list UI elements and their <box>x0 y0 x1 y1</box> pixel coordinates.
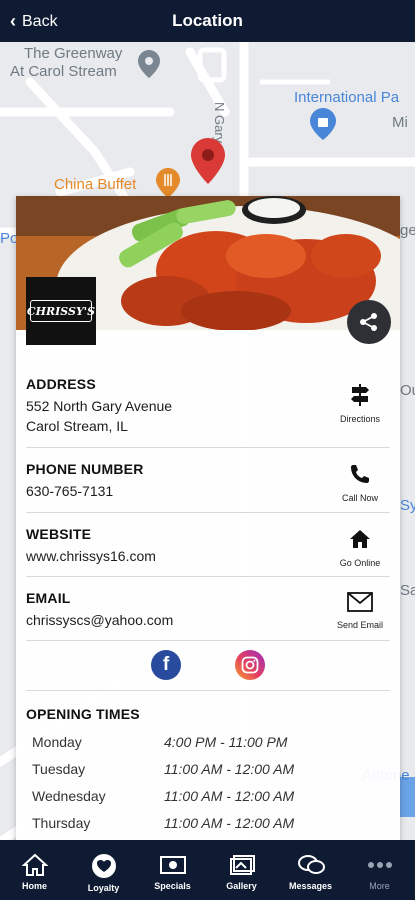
instagram-glyph <box>241 656 259 674</box>
back-label: Back <box>22 12 58 30</box>
call-now-button[interactable]: Call Now <box>330 463 390 503</box>
facebook-glyph: f <box>162 654 170 675</box>
nav-specials-label: Specials <box>154 881 191 891</box>
hours-time: 4:00 PM - 11:00 PM <box>164 734 288 750</box>
hours-row: Monday 4:00 PM - 11:00 PM <box>26 734 390 761</box>
map-label-international: International Pa <box>294 89 400 106</box>
home-icon <box>350 530 370 548</box>
gallery-icon <box>229 855 255 875</box>
hours-day: Wednesday <box>32 788 106 804</box>
phone-section: PHONE NUMBER 630-765-7131 Call Now <box>26 461 390 503</box>
hours-time: 11:00 AM - 12:00 AM <box>164 761 295 777</box>
money-icon <box>159 856 186 874</box>
nav-gallery[interactable]: Gallery <box>207 840 276 900</box>
back-button[interactable]: ‹ Back <box>10 11 58 32</box>
mail-icon <box>347 592 373 612</box>
directions-button[interactable]: Directions <box>330 384 390 424</box>
nav-more[interactable]: More <box>345 840 414 900</box>
nav-messages-label: Messages <box>288 881 333 891</box>
logo-text: CHRISSY'S <box>27 300 95 322</box>
send-email-label: Send Email <box>336 620 384 630</box>
divider <box>26 576 390 577</box>
map-label-international-2: Mi <box>392 114 408 131</box>
location-card: CHRISSY'S ADDRESS 552 North Gary Avenue … <box>16 196 400 846</box>
instagram-icon[interactable] <box>235 650 265 680</box>
directions-label: Directions <box>339 414 380 424</box>
divider <box>26 447 390 448</box>
website-section: WEBSITE www.chrissys16.com Go Online <box>26 526 390 568</box>
address-section: ADDRESS 552 North Gary Avenue Carol Stre… <box>26 376 390 434</box>
hours-row: Tuesday 11:00 AM - 12:00 AM <box>26 761 390 788</box>
chat-icon <box>297 855 325 874</box>
bottom-nav: Home Loyalty Specials Gallery Messages M… <box>0 840 415 900</box>
more-icon <box>367 862 392 868</box>
facebook-icon[interactable]: f <box>151 650 181 680</box>
top-bar: ‹ Back Location <box>0 0 415 42</box>
nav-home[interactable]: Home <box>0 840 69 900</box>
hours-row: Thursday 11:00 AM - 12:00 AM <box>26 815 390 842</box>
directions-icon <box>351 384 369 406</box>
nav-gallery-label: Gallery <box>226 881 257 891</box>
map-label-ou: Ou <box>400 382 415 399</box>
opening-times-heading: OPENING TIMES <box>26 706 140 722</box>
email-section: EMAIL chrissyscs@yahoo.com Send Email <box>26 590 390 630</box>
share-icon <box>360 313 377 331</box>
restaurant-logo: CHRISSY'S <box>26 277 96 345</box>
chevron-left-icon: ‹ <box>10 11 16 31</box>
nav-loyalty[interactable]: Loyalty <box>69 840 138 900</box>
map-label-ge: ge <box>400 222 415 239</box>
go-online-button[interactable]: Go Online <box>330 528 390 568</box>
map-label-greenway: The Greenway <box>24 45 123 62</box>
hours-row: Wednesday 11:00 AM - 12:00 AM <box>26 788 390 815</box>
divider <box>26 640 390 641</box>
page-title: Location <box>172 11 243 30</box>
share-button[interactable] <box>347 300 391 344</box>
map-label-sa: Sa <box>400 582 415 599</box>
nav-more-label: More <box>369 881 390 891</box>
hours-day: Tuesday <box>32 761 86 777</box>
call-now-label: Call Now <box>341 493 378 503</box>
hours-day: Monday <box>32 734 82 750</box>
hours-day: Thursday <box>32 815 91 831</box>
nav-home-label: Home <box>21 881 47 891</box>
map-label-sys: Sys <box>400 497 415 514</box>
map-label-greenway-2: At Carol Stream <box>10 63 117 80</box>
nav-loyalty-label: Loyalty <box>87 883 120 893</box>
go-online-label: Go Online <box>339 558 381 568</box>
hours-time: 11:00 AM - 12:00 AM <box>164 815 295 831</box>
divider <box>26 512 390 513</box>
send-email-button[interactable]: Send Email <box>330 592 390 630</box>
opening-times-list: Monday 4:00 PM - 11:00 PM Tuesday 11:00 … <box>26 734 390 842</box>
hours-time: 11:00 AM - 12:00 AM <box>164 788 295 804</box>
phone-icon <box>351 465 369 483</box>
home-icon <box>21 853 48 876</box>
divider <box>26 690 390 691</box>
heart-icon <box>91 854 116 878</box>
nav-specials[interactable]: Specials <box>138 840 207 900</box>
nav-messages[interactable]: Messages <box>276 840 345 900</box>
map-label-china-buffet: China Buffet <box>54 176 137 193</box>
